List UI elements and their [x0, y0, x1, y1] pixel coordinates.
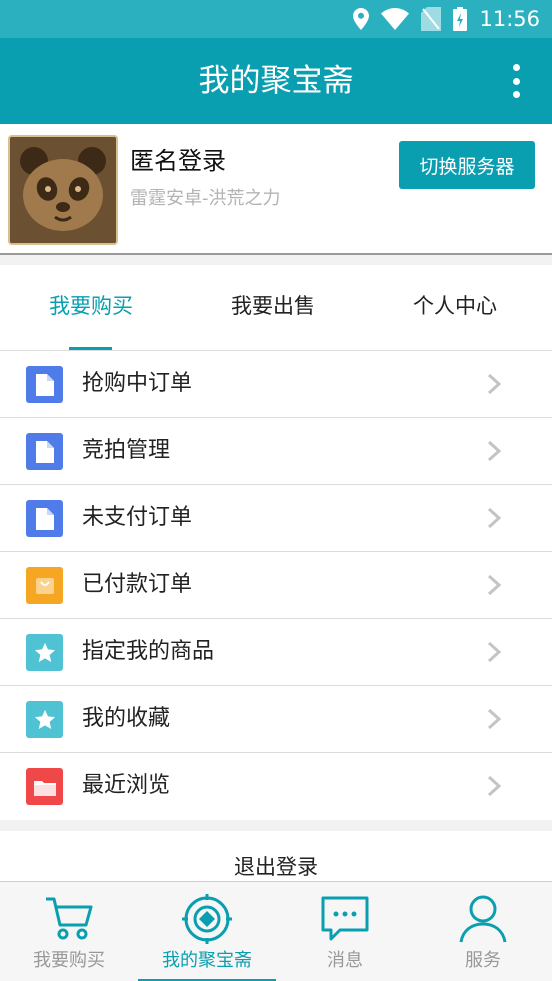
document-icon: [26, 366, 63, 403]
status-time: 11:56: [479, 7, 540, 31]
menu-item-unpaid-orders[interactable]: 未支付订单: [0, 485, 552, 552]
status-bar: 11:56: [0, 0, 552, 38]
treasure-icon: [182, 894, 232, 944]
bottom-nav: 我要购买 我的聚宝斋 消息 服务: [0, 881, 552, 981]
battery-icon: [453, 7, 468, 31]
menu-item-label: 未支付订单: [82, 505, 193, 530]
menu-item-rush-orders[interactable]: 抢购中订单: [0, 351, 552, 418]
tab-bar: 我要购买 我要出售 个人中心: [0, 265, 552, 351]
chevron-right-icon: [487, 507, 502, 529]
profile-name: 匿名登录: [130, 147, 226, 175]
nav-label: 消息: [327, 950, 363, 971]
chevron-right-icon: [487, 373, 502, 395]
profile-card: 匿名登录 雷霆安卓-洪荒之力 切换服务器: [0, 124, 552, 255]
nav-item-buy[interactable]: 我要购买: [0, 882, 138, 981]
tab-personal-center[interactable]: 个人中心: [364, 265, 546, 351]
cart-icon: [46, 897, 93, 940]
menu-item-label: 已付款订单: [82, 572, 193, 597]
chevron-right-icon: [487, 708, 502, 730]
menu-item-favorites[interactable]: 我的收藏: [0, 686, 552, 753]
tab-indicator: [69, 347, 112, 350]
menu-item-recently-viewed[interactable]: 最近浏览: [0, 753, 552, 820]
menu-item-label: 竞拍管理: [82, 438, 171, 463]
menu-item-label: 我的收藏: [82, 706, 171, 731]
tab-sell[interactable]: 我要出售: [182, 265, 364, 351]
nav-label: 服务: [465, 950, 501, 971]
nav-label: 我的聚宝斋: [162, 950, 252, 971]
chevron-right-icon: [487, 641, 502, 663]
wifi-icon: [381, 8, 410, 30]
logout-label: 退出登录: [234, 855, 318, 879]
menu-item-label: 指定我的商品: [82, 639, 215, 664]
more-vertical-icon[interactable]: [508, 64, 524, 98]
folder-icon: [26, 768, 63, 805]
chevron-right-icon: [487, 574, 502, 596]
star-icon: [26, 701, 63, 738]
location-icon: [353, 8, 370, 30]
nav-label: 我要购买: [33, 950, 105, 971]
menu-item-auction-management[interactable]: 竞拍管理: [0, 418, 552, 485]
nav-item-my-treasure[interactable]: 我的聚宝斋: [138, 882, 276, 981]
switch-server-button[interactable]: 切换服务器: [399, 141, 535, 189]
person-icon: [459, 895, 507, 943]
menu-item-label: 最近浏览: [82, 773, 171, 798]
app-bar: 我的聚宝斋: [0, 38, 552, 124]
page-title: 我的聚宝斋: [198, 63, 354, 99]
document-icon: [26, 500, 63, 537]
menu-item-label: 抢购中订单: [82, 371, 193, 396]
logout-button[interactable]: 退出登录: [0, 831, 552, 881]
status-icons: 11:56: [353, 0, 540, 38]
bag-icon: [26, 567, 63, 604]
menu-item-designated-goods[interactable]: 指定我的商品: [0, 619, 552, 686]
tab-buy[interactable]: 我要购买: [0, 265, 182, 351]
server-name: 雷霆安卓-洪荒之力: [130, 188, 281, 209]
message-icon: [321, 896, 369, 941]
chevron-right-icon: [487, 775, 502, 797]
sim-icon: [421, 7, 442, 31]
document-icon: [26, 433, 63, 470]
nav-item-messages[interactable]: 消息: [276, 882, 414, 981]
chevron-right-icon: [487, 440, 502, 462]
nav-item-service[interactable]: 服务: [414, 882, 552, 981]
avatar: [8, 135, 118, 245]
menu-item-paid-orders[interactable]: 已付款订单: [0, 552, 552, 619]
menu-list: 抢购中订单 竞拍管理 未支付订单 已付款订单 指定我的商品 我的收藏 最近浏览: [0, 351, 552, 820]
star-icon: [26, 634, 63, 671]
panda-avatar-icon: [10, 137, 116, 243]
